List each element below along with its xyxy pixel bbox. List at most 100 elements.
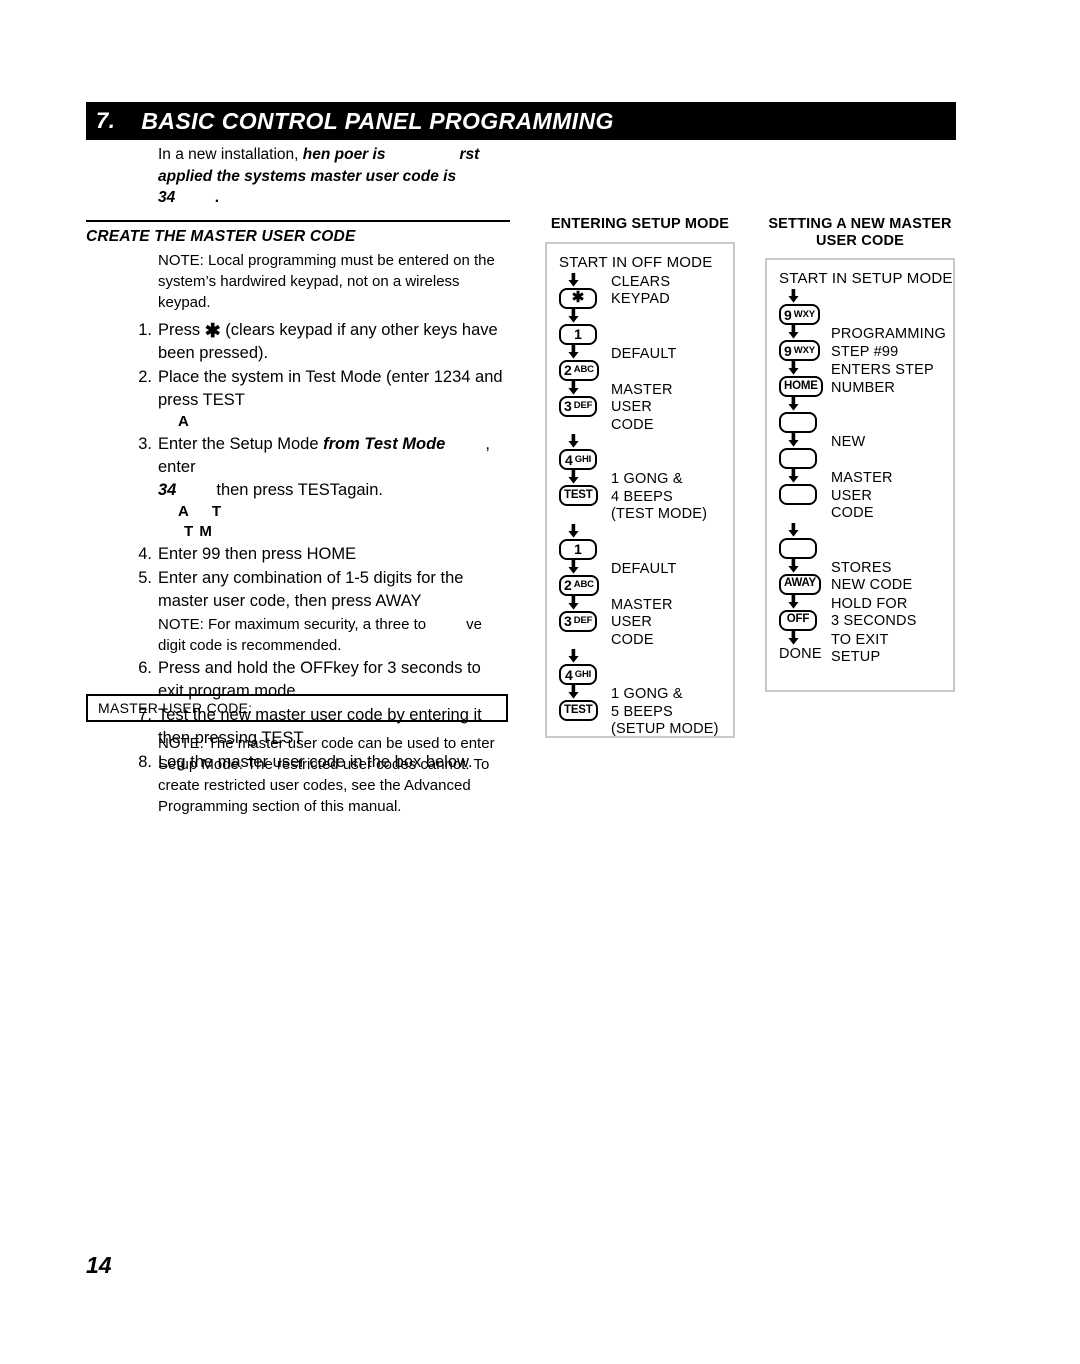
down-arrow-icon bbox=[779, 522, 823, 538]
flowchart-key-column: 4 GHI bbox=[559, 434, 605, 470]
intro-italic-3: applied the systems master user code is bbox=[158, 167, 457, 185]
keypad-key-4-icon: 4 GHI bbox=[559, 449, 597, 470]
intro-italic-4: 34 bbox=[158, 189, 176, 206]
flowchart-key-column bbox=[779, 469, 825, 505]
flowchart-setting-new-master-code: SETTING A NEW MASTER USER CODE START IN … bbox=[765, 216, 955, 692]
keypad-key-3-icon: 3 DEF bbox=[559, 610, 598, 632]
keypad-key-4-icon: 4 GHI bbox=[559, 664, 597, 685]
flowchart-key-column: 9 WXY bbox=[779, 289, 825, 325]
key-letters: GHI bbox=[574, 668, 592, 680]
keypad-key-3-icon: 3 DEF bbox=[559, 395, 598, 417]
keypad-key-home-icon: HOME bbox=[779, 376, 823, 397]
flowchart-key-column: DONE bbox=[779, 630, 825, 664]
step-item-5: 5. Enter any combination of 1-5 digits f… bbox=[86, 567, 510, 656]
down-arrow-icon bbox=[559, 470, 603, 485]
keypad-key-2-icon: 2 ABC bbox=[559, 574, 599, 596]
keypad-key-blank-icon bbox=[779, 448, 817, 469]
step-number: 8. bbox=[138, 752, 152, 771]
flowchart-start-label: START IN SETUP MODE bbox=[779, 270, 953, 287]
key-word: OFF bbox=[786, 613, 810, 626]
flowchart-row-label: ENTERS STEP NUMBER bbox=[831, 362, 934, 396]
flowchart-key-column: 4 GHI bbox=[559, 649, 605, 685]
step-3-fragment-b: T bbox=[211, 502, 223, 520]
step-item-1: 1. Press ✱ (clears keypad if any other k… bbox=[86, 319, 510, 365]
down-arrow-icon bbox=[559, 649, 603, 664]
flowchart-done-label: TO EXIT SETUP bbox=[831, 631, 889, 666]
bottom-note: NOTE: The master user code can be used t… bbox=[158, 735, 495, 815]
flowchart-start-label: START IN OFF MODE bbox=[559, 253, 713, 271]
flowchart-row: MASTER USER CODE bbox=[779, 469, 945, 523]
down-arrow-icon bbox=[559, 559, 603, 575]
flowchart-key-column: OFF bbox=[779, 594, 825, 631]
down-arrow-icon bbox=[559, 685, 603, 700]
key-word: TEST bbox=[564, 703, 593, 716]
flowchart-row-label: 1 GONG & 4 BEEPS (TEST MODE) bbox=[611, 471, 708, 522]
master-user-code-box[interactable]: MASTER USER CODE: bbox=[86, 694, 508, 722]
key-letters: GHI bbox=[574, 453, 592, 465]
down-arrow-icon bbox=[559, 523, 603, 539]
flowchart-row: ✱ CLEARS KEYPAD bbox=[559, 272, 725, 309]
flowchart-row-done: DONE TO EXIT SETUP bbox=[779, 630, 945, 667]
section-divider-rule bbox=[86, 219, 510, 222]
down-arrow-icon bbox=[779, 594, 823, 610]
flowchart-row-label bbox=[825, 397, 831, 398]
key-word: AWAY bbox=[784, 577, 817, 590]
down-arrow-icon bbox=[779, 361, 823, 376]
intro-italic-2: rst bbox=[459, 146, 480, 163]
keypad-key-blank-icon bbox=[779, 484, 817, 505]
key-digit: 1 bbox=[574, 326, 582, 342]
flowchart-heading: SETTING A NEW MASTER USER CODE bbox=[768, 216, 952, 249]
flowchart-key-column: TEST bbox=[559, 470, 605, 506]
flowchart-key-column: 9 WXY bbox=[779, 325, 825, 361]
flowchart-row-label: DEFAULT bbox=[611, 560, 677, 577]
flowchart-row: 2 ABC DEFAULT bbox=[559, 344, 725, 381]
step-3-fragment-row-2: T M bbox=[184, 522, 213, 540]
step-3-fragment-row-1: AT bbox=[178, 502, 510, 522]
flowchart-row-label: NEW bbox=[831, 434, 866, 450]
step-number: 3. bbox=[138, 434, 152, 453]
chapter-title: BASIC CONTROL PANEL PROGRAMMING bbox=[141, 107, 614, 134]
flowchart-key-column: 3 DEF bbox=[559, 380, 605, 417]
section-note: NOTE: Local programming must be entered … bbox=[158, 251, 495, 311]
step-number: 4. bbox=[138, 544, 152, 563]
flowchart-row: OFF HOLD FOR 3 SECONDS bbox=[779, 594, 945, 631]
flowchart-row: AWAY STORES NEW CODE bbox=[779, 558, 945, 595]
key-digit: 9 bbox=[784, 342, 792, 359]
key-digit: 2 bbox=[564, 362, 572, 378]
flowchart-key-column: TEST bbox=[559, 685, 605, 721]
page-number: 14 bbox=[86, 1252, 112, 1278]
keypad-key-1-icon: 1 bbox=[559, 323, 597, 345]
flowchart-row-label: 1 GONG & 5 BEEPS (SETUP MODE) bbox=[611, 686, 719, 737]
keypad-key-9-icon: 9 WXY bbox=[779, 340, 820, 361]
step-item-3: 3. Enter the Setup Mode from Test Mode, … bbox=[86, 433, 510, 542]
flowchart-row-label bbox=[825, 523, 831, 524]
flowchart-row bbox=[779, 522, 945, 559]
flowchart-row-label: DEFAULT bbox=[611, 345, 677, 362]
flowchart-row: NEW bbox=[779, 433, 945, 469]
key-digit: 1 bbox=[574, 541, 582, 557]
step-text-c: then press TESTagain. bbox=[216, 480, 383, 499]
flowchart-heading: ENTERING SETUP MODE bbox=[550, 216, 730, 232]
keypad-key-test-icon: TEST bbox=[559, 485, 598, 506]
flowchart-row bbox=[779, 397, 945, 433]
keypad-key-1-icon: 1 bbox=[559, 538, 597, 560]
down-arrow-icon bbox=[559, 595, 603, 611]
key-letters: DEF bbox=[573, 400, 593, 412]
key-digit: 3 bbox=[564, 398, 572, 414]
step-text-pre: Press bbox=[158, 320, 201, 339]
flowchart-key-column bbox=[779, 522, 825, 559]
step-text: Enter any combination of 1-5 digits for … bbox=[158, 568, 464, 610]
flowchart-entering-setup-mode: ENTERING SETUP MODE START IN OFF MODE ✱ C… bbox=[545, 216, 735, 738]
step-item-4: 4. Enter 99 then press HOME bbox=[86, 543, 510, 566]
flowchart-key-column: AWAY bbox=[779, 558, 825, 595]
down-arrow-icon bbox=[779, 558, 823, 574]
intro-paragraph: In a new installation, hen poer is rst ap… bbox=[158, 144, 508, 209]
down-arrow-icon bbox=[559, 272, 603, 288]
flowchart-row: 3 DEF MASTER USER CODE bbox=[559, 595, 725, 650]
section-heading: CREATE THE MASTER USER CODE bbox=[86, 227, 356, 245]
down-arrow-icon bbox=[779, 325, 823, 340]
flowchart-body: START IN SETUP MODE 9 WXY 9 WXY PROGRAMMING … bbox=[765, 258, 955, 692]
flowchart-done-word: DONE bbox=[779, 645, 822, 662]
flowchart-rows: 9 WXY 9 WXY PROGRAMMING STEP #99 HOME ENTERS S… bbox=[779, 289, 946, 667]
flowchart-row-label: PROGRAMMING STEP #99 bbox=[831, 326, 946, 360]
